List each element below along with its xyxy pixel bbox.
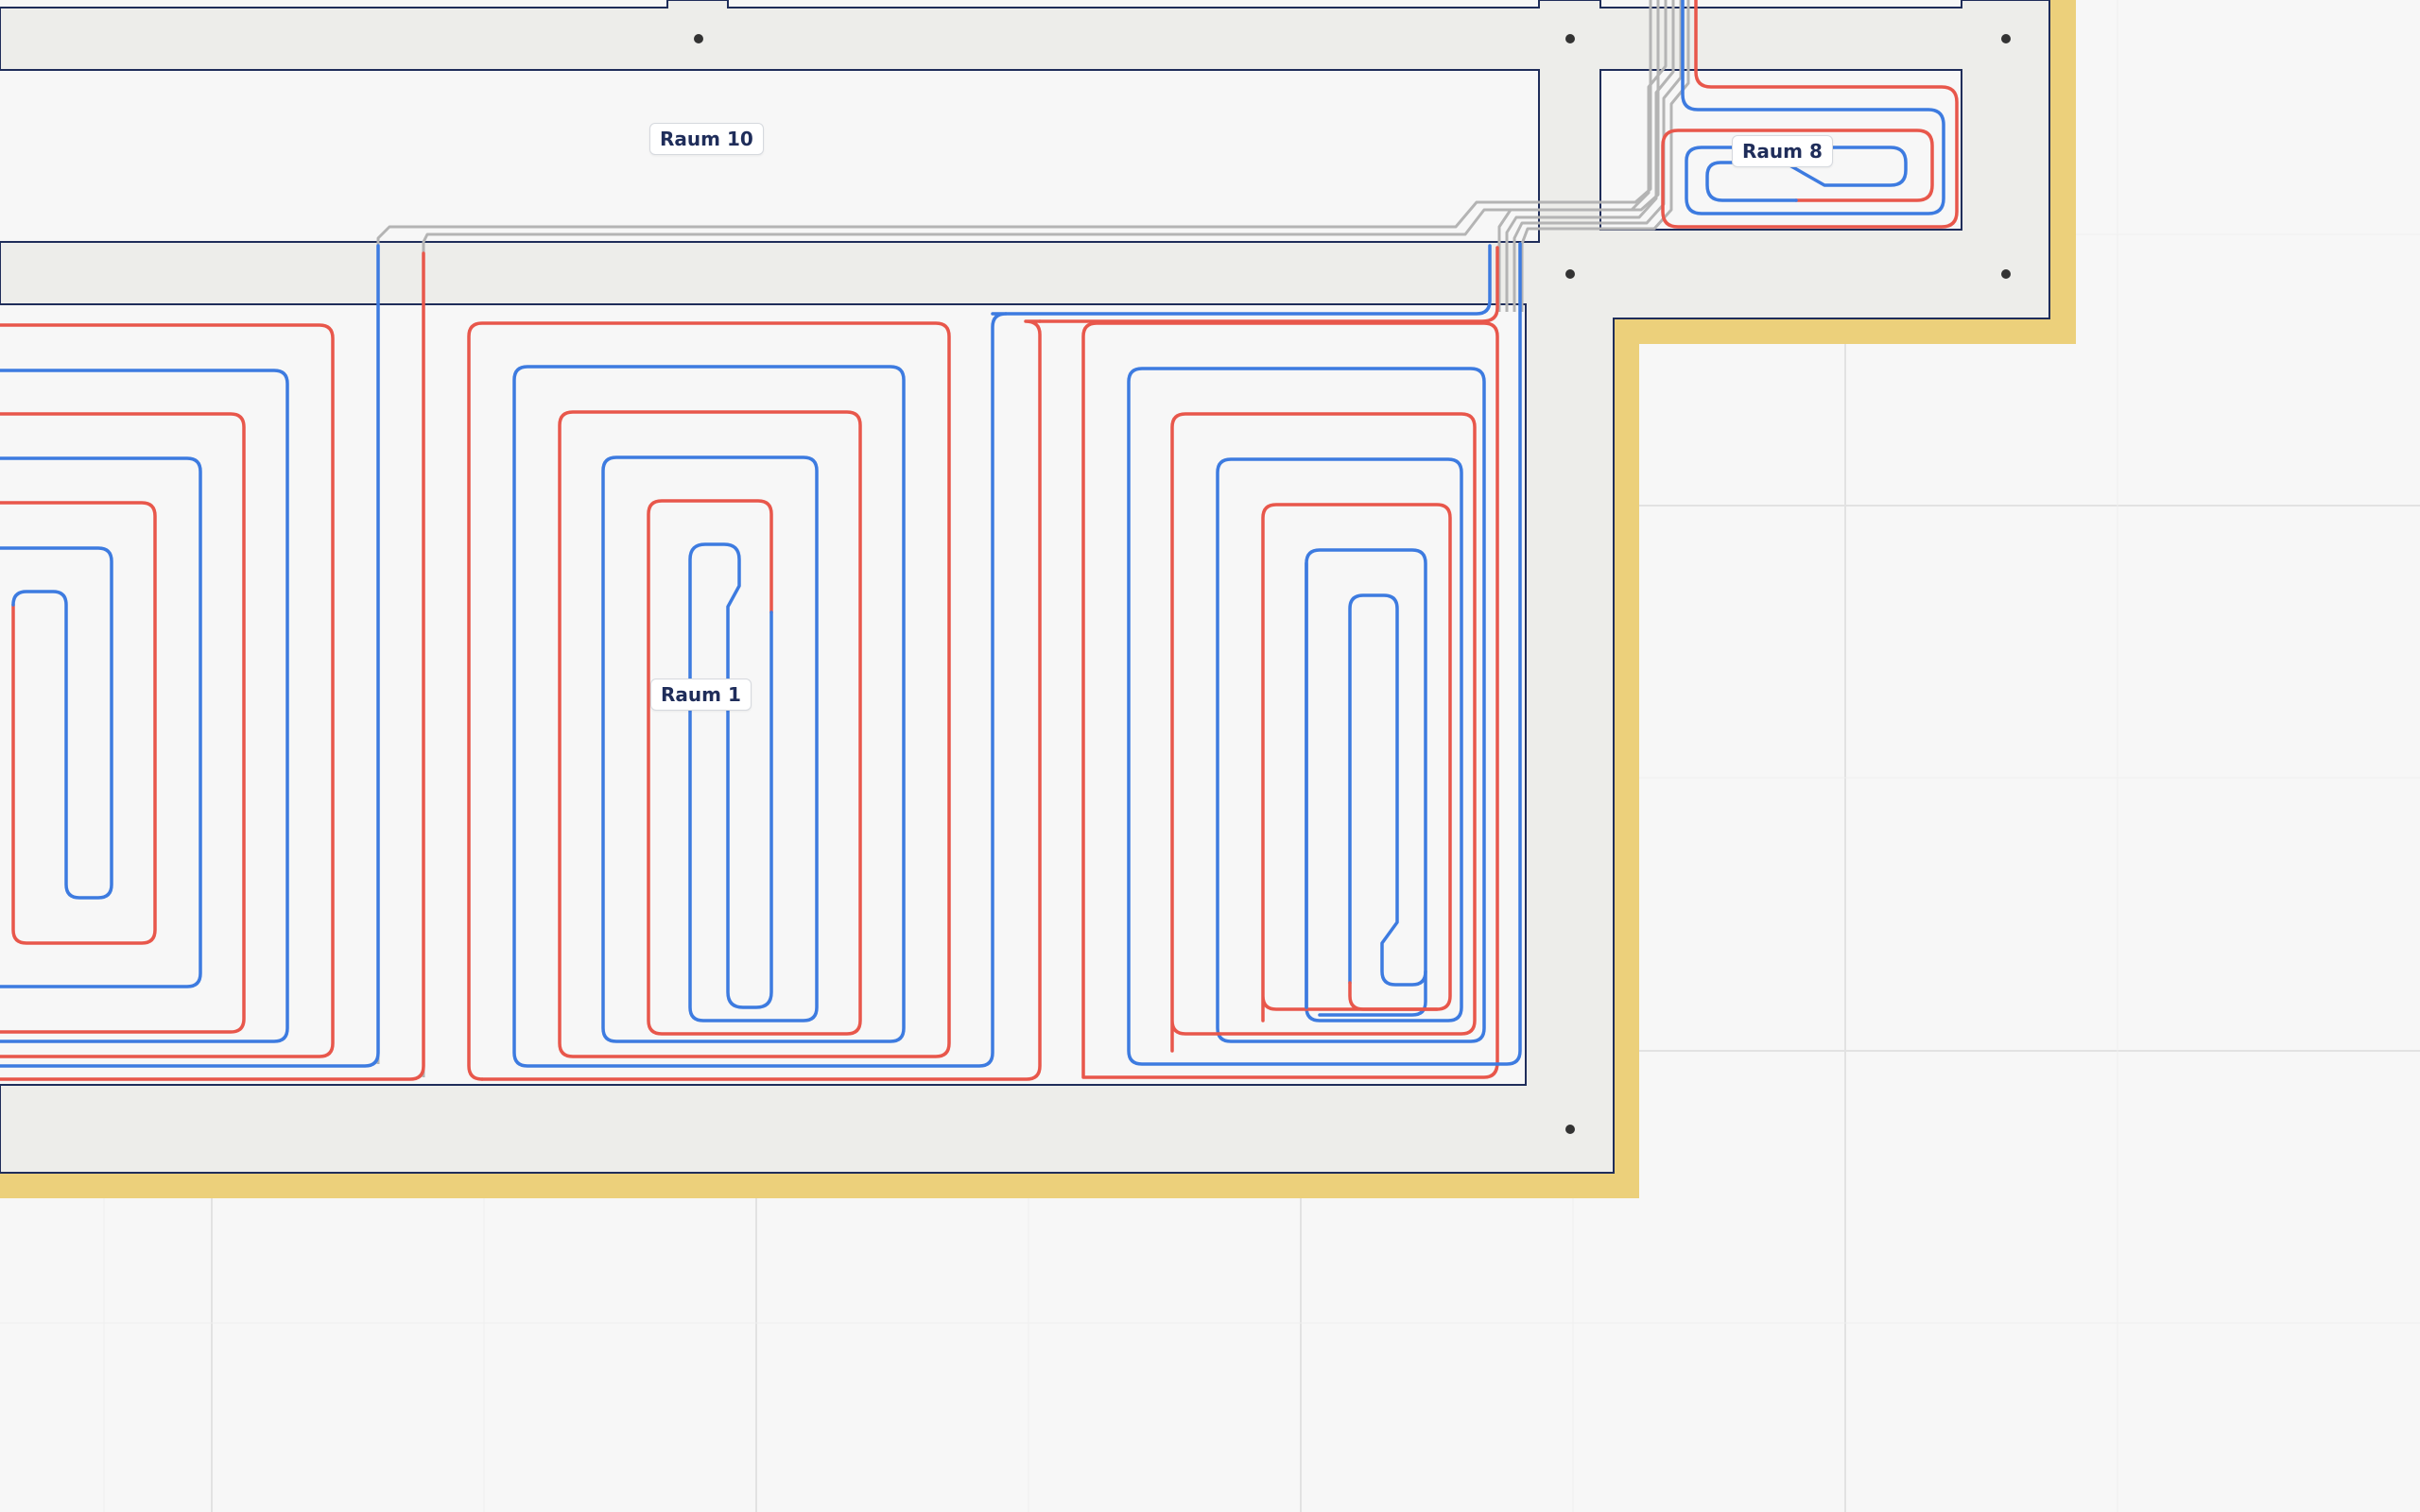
room-label-raum-1[interactable]: Raum 1 bbox=[650, 679, 752, 711]
room-label-raum-8[interactable]: Raum 8 bbox=[1732, 135, 1833, 167]
anchor-point-icon bbox=[1565, 1125, 1575, 1134]
room-outline-top-right[interactable] bbox=[1599, 0, 1962, 9]
room-outline-raum-10[interactable] bbox=[0, 69, 1540, 243]
anchor-point-icon bbox=[2001, 34, 2011, 43]
floor-plan-canvas[interactable] bbox=[0, 0, 2420, 1512]
room-outline-raum-1[interactable] bbox=[0, 303, 1527, 1086]
anchor-point-icon bbox=[2001, 269, 2011, 279]
room-outline-top-middle[interactable] bbox=[727, 0, 1540, 9]
anchor-point-icon bbox=[1565, 34, 1575, 43]
anchor-point-icon bbox=[1565, 269, 1575, 279]
room-outline-top-left[interactable] bbox=[0, 0, 668, 9]
anchor-point-icon bbox=[694, 34, 703, 43]
room-label-raum-10[interactable]: Raum 10 bbox=[649, 123, 764, 155]
